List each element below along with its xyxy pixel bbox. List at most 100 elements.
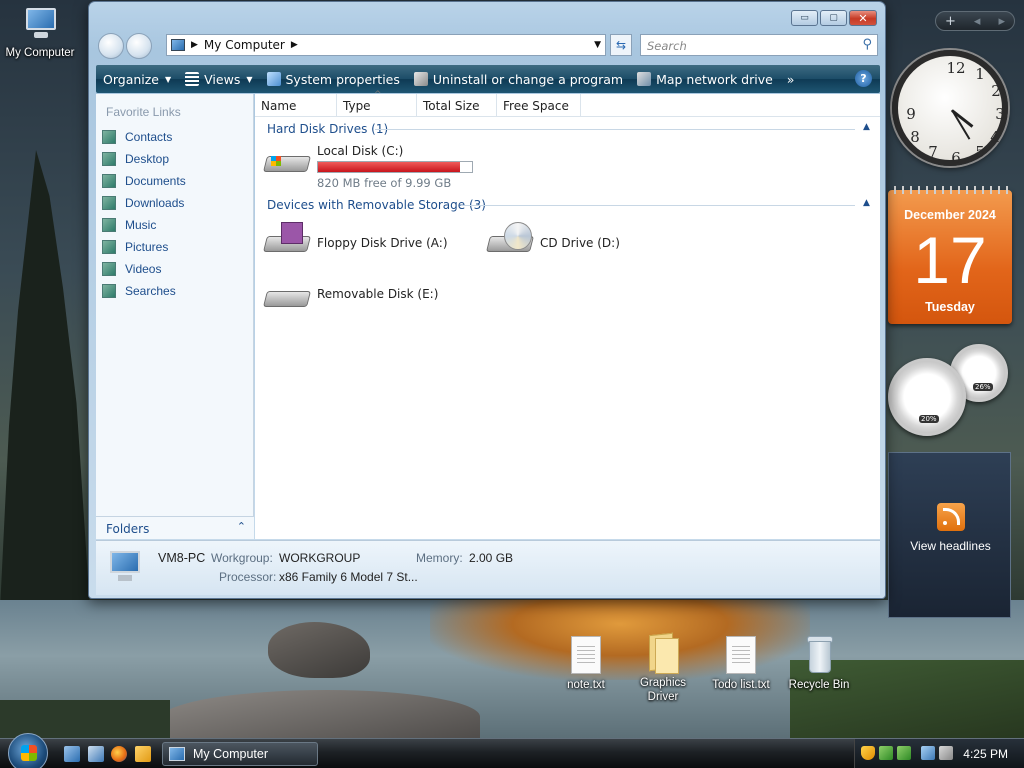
network-icon[interactable]	[921, 746, 935, 760]
downloads-icon	[102, 196, 116, 210]
nav-item-contacts[interactable]: Contacts	[102, 128, 172, 146]
taskbar-clock[interactable]: 4:25 PM	[963, 747, 1008, 761]
text-file-icon	[571, 636, 601, 674]
volume-muted-icon[interactable]	[939, 746, 953, 760]
desktop-icon-recycle-bin[interactable]: Recycle Bin	[784, 634, 854, 692]
tray-app-icon[interactable]	[879, 746, 893, 760]
views-button[interactable]: Views ▼	[178, 65, 259, 93]
contacts-icon	[102, 130, 116, 144]
sidebar-prev-button[interactable]: ◂	[974, 14, 981, 29]
maximize-button[interactable]: ▢	[820, 10, 847, 26]
cpu-meter-value: 20%	[919, 415, 939, 423]
views-icon	[185, 72, 200, 86]
drive-removable-e[interactable]: Removable Disk (E:)	[263, 277, 438, 311]
refresh-button[interactable]: ⇆	[610, 34, 632, 56]
column-header-name[interactable]: Name	[255, 94, 337, 117]
clock-numeral: 9	[906, 105, 916, 123]
cpu-meter[interactable]: 20%	[888, 358, 966, 436]
media-player-icon[interactable]	[135, 746, 151, 762]
address-bar[interactable]: ▶ My Computer ▶ ▼	[166, 34, 606, 56]
desktop-icon-graphics-driver[interactable]: Graphics Driver	[630, 632, 696, 704]
nav-item-pictures[interactable]: Pictures	[102, 238, 168, 256]
drive-cd-d[interactable]: CD Drive (D:)	[486, 222, 620, 256]
disk-usage-fill	[318, 162, 460, 172]
clock-numeral: 1	[975, 65, 985, 83]
clock-gadget[interactable]: 12 1 2 3 4 5 6 7 8 9	[890, 48, 1010, 172]
group-hard-disk-drives[interactable]: Hard Disk Drives (1)	[267, 121, 388, 137]
nav-item-label: Downloads	[125, 196, 185, 210]
chevron-up-icon[interactable]: ⌃	[237, 520, 246, 533]
nav-item-music[interactable]: Music	[102, 216, 156, 234]
searches-icon	[102, 284, 116, 298]
chevron-down-icon: ▼	[246, 74, 253, 84]
system-properties-icon	[266, 72, 281, 86]
firefox-icon[interactable]	[111, 746, 127, 762]
documents-icon	[102, 174, 116, 188]
breadcrumb-my-computer[interactable]: My Computer	[204, 38, 285, 52]
drive-name: CD Drive (D:)	[540, 236, 620, 250]
view-headlines-label[interactable]: View headlines	[889, 539, 1012, 553]
sidebar-next-button[interactable]: ▸	[998, 14, 1005, 29]
clock-numeral: 8	[910, 128, 920, 146]
uninstall-program-button[interactable]: Uninstall or change a program	[407, 65, 630, 93]
column-header-total-size[interactable]: Total Size	[417, 94, 497, 117]
search-icon[interactable]: ⚲	[862, 37, 872, 52]
disk-usage-bar	[317, 161, 473, 173]
start-button[interactable]	[8, 733, 48, 768]
nav-item-searches[interactable]: Searches	[102, 282, 176, 300]
folders-toggle[interactable]: Folders ⌃	[96, 516, 254, 539]
chevron-down-icon: ▼	[165, 74, 172, 84]
chevron-up-icon[interactable]: ▲	[863, 198, 870, 208]
nav-item-downloads[interactable]: Downloads	[102, 194, 184, 212]
desktop-icon-todo[interactable]: Todo list.txt	[706, 636, 776, 692]
group-removable-storage[interactable]: Devices with Removable Storage (3)	[267, 197, 486, 213]
calendar-gadget[interactable]: December 2024 17 Tuesday	[888, 186, 1012, 324]
chevron-up-icon[interactable]: ▲	[863, 122, 870, 132]
cd-drive-icon	[486, 222, 534, 256]
search-input[interactable]: Search ⚲	[640, 34, 878, 56]
organize-button[interactable]: Organize ▼	[96, 65, 178, 93]
address-dropdown-icon[interactable]: ▼	[594, 40, 601, 50]
desktop-icon-label: Todo list.txt	[712, 679, 770, 691]
column-header-free-space[interactable]: Free Space	[497, 94, 581, 117]
forward-button[interactable]	[126, 33, 152, 59]
help-icon[interactable]: ?	[855, 70, 872, 87]
close-button[interactable]: ✕	[849, 10, 877, 26]
security-shield-icon[interactable]	[861, 746, 875, 760]
drive-floppy-a[interactable]: Floppy Disk Drive (A:)	[263, 222, 448, 256]
show-desktop-icon[interactable]	[64, 746, 80, 762]
drive-local-disk-c[interactable]: Local Disk (C:) 820 MB free of 9.99 GB	[263, 142, 473, 190]
taskbar-button-my-computer[interactable]: My Computer	[162, 742, 318, 766]
file-list: Name ^ Type Total Size Free Space Hard Di…	[255, 90, 880, 539]
more-commands-button[interactable]: »	[780, 65, 802, 93]
explorer-window: ▭ ▢ ✕ ▶ My Computer ▶ ▼ ⇆ Search ⚲ Organ…	[88, 1, 886, 599]
tray-app-icon[interactable]	[897, 746, 911, 760]
back-button[interactable]	[98, 33, 124, 59]
nav-item-desktop[interactable]: Desktop	[102, 150, 169, 168]
minimize-button[interactable]: ▭	[791, 10, 818, 26]
calendar-weekday: Tuesday	[925, 300, 975, 314]
caption-buttons: ▭ ▢ ✕	[791, 10, 877, 26]
feed-headlines-gadget[interactable]: View headlines	[888, 452, 1011, 618]
taskbar-button-label: My Computer	[193, 747, 269, 761]
breadcrumb-arrow-icon[interactable]: ▶	[291, 40, 298, 50]
group-divider	[461, 205, 855, 206]
desktop-icon-note[interactable]: note.txt	[555, 636, 617, 692]
add-gadget-button[interactable]: +	[945, 14, 956, 29]
organize-label: Organize	[103, 71, 159, 87]
nav-item-videos[interactable]: Videos	[102, 260, 161, 278]
nav-item-documents[interactable]: Documents	[102, 172, 186, 190]
clock-numeral: 3	[995, 105, 1005, 123]
desktop-icon-my-computer[interactable]: My Computer	[0, 6, 80, 60]
nav-item-label: Documents	[125, 174, 186, 188]
switch-windows-icon[interactable]	[88, 746, 104, 762]
map-network-drive-button[interactable]: Map network drive	[630, 65, 780, 93]
folders-label: Folders	[106, 522, 150, 536]
system-properties-button[interactable]: System properties	[260, 65, 407, 93]
hard-drive-icon	[263, 142, 311, 176]
details-pane: VM8-PC Workgroup: WORKGROUP Memory: 2.00…	[96, 540, 880, 595]
drive-name: Local Disk (C:)	[317, 144, 404, 158]
desktop-icon	[102, 152, 116, 166]
column-header-type[interactable]: ^ Type	[337, 90, 417, 117]
breadcrumb-arrow-icon[interactable]: ▶	[191, 40, 198, 50]
